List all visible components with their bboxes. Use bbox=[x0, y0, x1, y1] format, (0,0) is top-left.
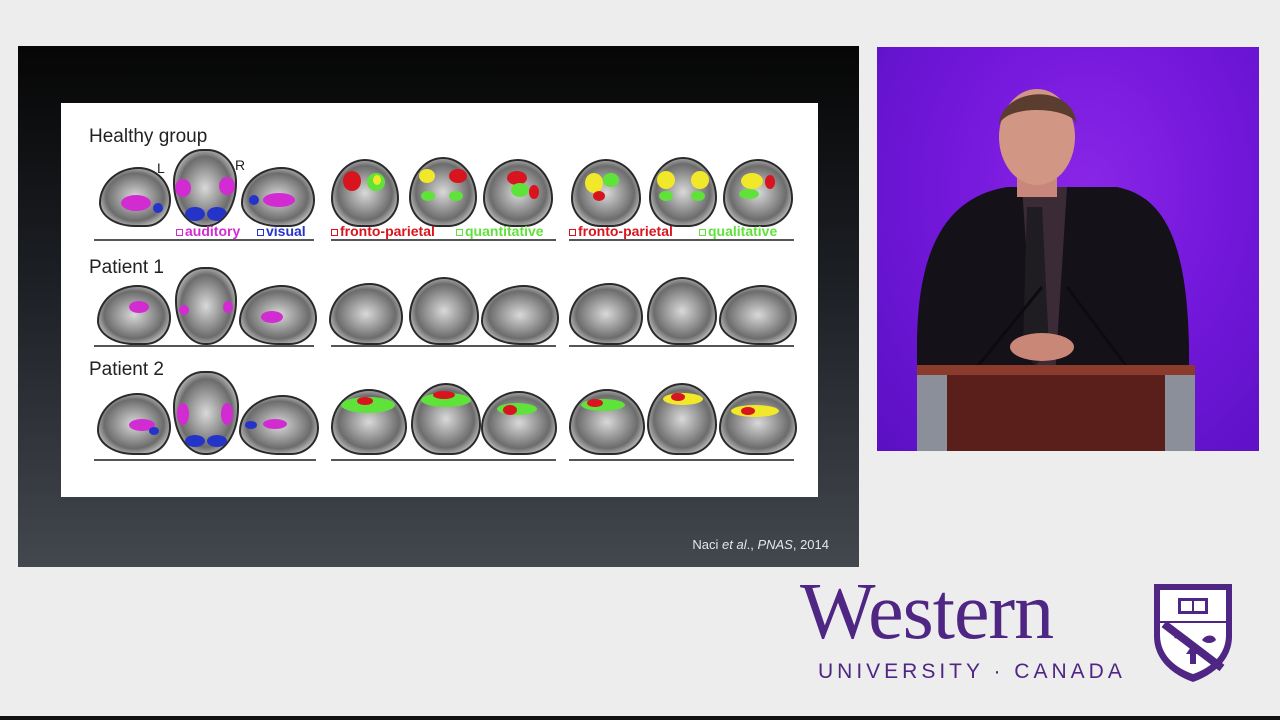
row-divider bbox=[94, 345, 314, 347]
brain-image bbox=[719, 391, 797, 455]
brain-image bbox=[409, 157, 477, 227]
hemisphere-label-right: R bbox=[235, 157, 246, 173]
brain-image bbox=[483, 159, 553, 227]
legend-visual: visual bbox=[257, 223, 306, 239]
row-divider bbox=[569, 459, 794, 461]
row-divider bbox=[94, 239, 314, 241]
row-label-patient-1: Patient 1 bbox=[89, 257, 164, 278]
video-frame: Healthy group Patient 1 Patient 2 L R au… bbox=[0, 0, 1280, 720]
legend-fronto-parietal: fronto-parietal bbox=[569, 223, 673, 239]
brain-image bbox=[409, 277, 479, 345]
brain-image bbox=[647, 277, 717, 345]
row-divider bbox=[331, 239, 556, 241]
legend-auditory: auditory bbox=[176, 223, 240, 239]
brain-image bbox=[173, 149, 237, 227]
presentation-slide: Healthy group Patient 1 Patient 2 L R au… bbox=[18, 46, 859, 567]
citation: Naci et al., PNAS, 2014 bbox=[692, 537, 829, 552]
brain-image bbox=[331, 389, 407, 455]
brain-image bbox=[569, 283, 643, 345]
brain-image bbox=[647, 383, 717, 455]
row-divider bbox=[331, 459, 556, 461]
brain-image bbox=[649, 157, 717, 227]
brain-image bbox=[99, 167, 171, 227]
legend-qualitative: qualitative bbox=[699, 223, 777, 239]
row-divider bbox=[569, 345, 794, 347]
row-divider bbox=[94, 459, 316, 461]
university-crest-icon bbox=[1154, 584, 1232, 682]
brain-image bbox=[175, 267, 237, 345]
brain-image bbox=[239, 395, 319, 455]
brain-image bbox=[329, 283, 403, 345]
brain-image bbox=[481, 285, 559, 345]
brain-image bbox=[241, 167, 315, 227]
brain-image bbox=[571, 159, 641, 227]
speaker-video bbox=[877, 47, 1259, 451]
brain-image bbox=[411, 383, 481, 455]
row-divider bbox=[569, 239, 794, 241]
brain-image bbox=[719, 285, 797, 345]
brain-image bbox=[481, 391, 557, 455]
legend-fronto-parietal: fronto-parietal bbox=[331, 223, 435, 239]
western-wordmark: Western bbox=[800, 568, 1054, 656]
legend-quantitative: quantitative bbox=[456, 223, 544, 239]
brain-image bbox=[723, 159, 793, 227]
brain-image bbox=[331, 159, 399, 227]
row-divider bbox=[331, 345, 556, 347]
university-tagline: UNIVERSITY · CANADA bbox=[818, 660, 1126, 683]
brain-image bbox=[173, 371, 239, 455]
brain-image bbox=[97, 393, 171, 455]
brain-image bbox=[569, 389, 645, 455]
bottom-bar bbox=[0, 716, 1280, 720]
brain-image bbox=[239, 285, 317, 345]
speaker-illustration bbox=[917, 89, 1195, 451]
brain-image bbox=[97, 285, 171, 345]
row-label-patient-2: Patient 2 bbox=[89, 359, 164, 380]
row-label-healthy-group: Healthy group bbox=[89, 126, 208, 147]
figure-panel: Healthy group Patient 1 Patient 2 L R au… bbox=[61, 103, 818, 497]
